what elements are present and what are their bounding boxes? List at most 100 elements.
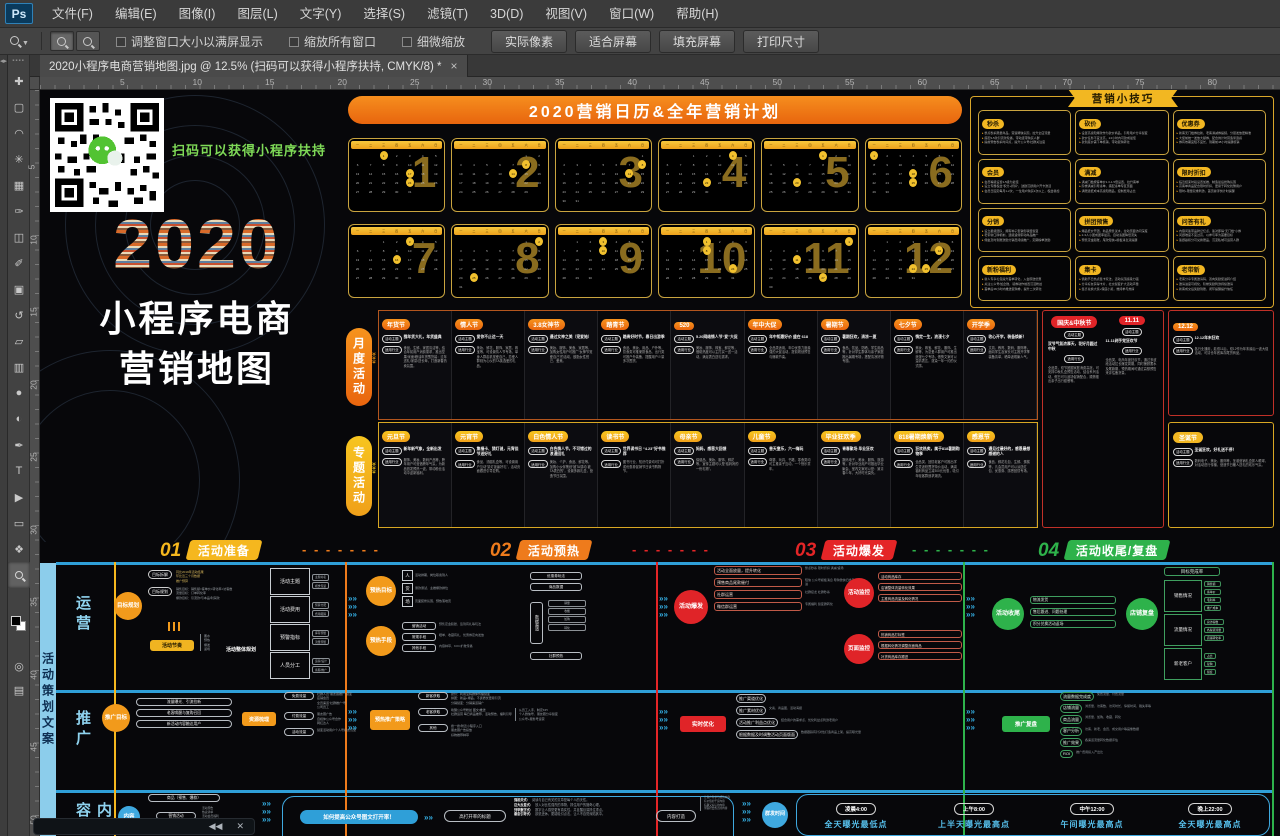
menu-item[interactable]: 图像(I)	[168, 0, 227, 28]
tool-button[interactable]: ✐	[8, 250, 30, 276]
content-build-node: 内容打造	[656, 810, 696, 822]
ruler-number: 20	[338, 77, 347, 87]
option-button[interactable]: 实际像素	[491, 30, 567, 53]
side-band: 活动策划文案	[40, 563, 56, 836]
means-rows: 营销活动预售定金膨胀、签到有礼等玩法常规手段晒单、收藏有礼、优惠券定向发放其他手…	[402, 622, 484, 655]
time-pill: 上午8:00	[954, 803, 994, 815]
checkbox-icon[interactable]	[289, 37, 299, 47]
zoom-in-button[interactable]	[50, 31, 74, 51]
option-checkbox[interactable]: 缩放所有窗口	[289, 33, 376, 50]
checkbox-icon[interactable]	[402, 37, 412, 47]
menu-item[interactable]: 帮助(H)	[665, 0, 729, 28]
ruler-number: 45	[29, 742, 39, 751]
zoom-out-button[interactable]	[76, 31, 100, 51]
review-header: 目标完成率	[1164, 567, 1220, 576]
activity-title: 踏青节	[601, 319, 629, 330]
tool-button[interactable]: ◫	[8, 224, 30, 250]
tip-card: 分销 设立星级团队，拥有种子型销售联盟裂变老带新口碑机制，逐级返佣带动商品推广佣…	[978, 208, 1071, 253]
monitor-rows: 活动商品库存店铺整体流量转化效果主推商品流量及转化情况	[878, 572, 962, 602]
foreground-color[interactable]	[11, 616, 21, 626]
promo-review-rows: 流量数据完成度免费流量、付费流量店铺流量浏览量、访客数、访问时长、停留时间、跳失…	[1060, 692, 1151, 760]
document-tab[interactable]: 2020小程序电商营销地图.jpg @ 12.5% (扫码可以获得小程序扶持, …	[40, 55, 468, 77]
toolbar-grip[interactable]: ▪▪▪▪	[8, 55, 29, 64]
promo-review-row: 商品流量浏览量、加购、收藏、转化	[1060, 715, 1151, 724]
collapse-chevrons-icon[interactable]: ◀◀	[209, 822, 223, 831]
ruler-number: 25	[29, 452, 39, 461]
tool-button[interactable]: ◠	[8, 120, 30, 146]
tool-button[interactable]: ↺	[8, 302, 30, 328]
tool-button[interactable]: ✚	[8, 68, 30, 94]
menu-item[interactable]: 窗口(W)	[598, 0, 665, 28]
checkbox-icon[interactable]	[116, 37, 126, 47]
tips-grid: 秒杀 整点秒杀限量商品，营造稀缺氛围，拉升全店流量搭配3-5款引流款轮播，带动连…	[978, 110, 1266, 301]
tip-bullet: 满赠选低成本高感知赠品，控制费用占比	[1079, 189, 1164, 194]
phase-dash-3: - - - - - - -	[912, 542, 990, 557]
option-checkbox[interactable]: 调整窗口大小以满屏显示	[116, 33, 263, 50]
industry-text: 美妆、服饰、珠宝、鲜花等，借助热度可以主打买一送一活动，满足表白送礼需求。	[696, 346, 741, 359]
burst-row: 预售商品尾款催付短信 公众号模板消息 导购微信归类及时跟进	[714, 578, 863, 587]
menu-item[interactable]: 文件(F)	[41, 0, 104, 28]
special-festival-column: 11.11 活动主题 11.11剁手党狂欢节 适用行业 全品类，电商年度狂欢节，…	[1106, 316, 1159, 522]
ruler-left	[30, 90, 40, 836]
activity-card: 818暑期焕新节 活动主题狂欢热卖，属于818暑期购物季 适用行业全品类，回馈老…	[891, 423, 964, 527]
tool-button[interactable]: ▦	[8, 172, 30, 198]
screen-mode-icon[interactable]: ▤	[8, 684, 30, 697]
burst-row: 微信群运营专属福利 裂变群转化	[714, 602, 863, 611]
menu-item[interactable]: 3D(D)	[479, 0, 534, 28]
zoom-tool-icon[interactable]: ▼	[10, 32, 29, 50]
tool-button[interactable]: ▱	[8, 328, 30, 354]
menu-item[interactable]: 滤镜(T)	[416, 0, 479, 28]
color-swatches[interactable]	[11, 616, 27, 632]
poster-year: 2020	[82, 204, 312, 284]
realtime-row: 推广渠道优化	[736, 694, 861, 703]
phase-1-badge: 活动准备	[186, 540, 263, 560]
close-icon[interactable]: ✕	[236, 822, 244, 831]
pgc-row: 货测款测试、主推爆款排位	[402, 583, 513, 594]
panel-expand-icon[interactable]: ◂▸	[0, 57, 7, 65]
tool-button[interactable]: ▢	[8, 94, 30, 120]
tool-button[interactable]: ●	[8, 380, 30, 406]
ruler-number: 75	[1135, 77, 1144, 87]
theme-label: 活动主题	[967, 335, 987, 343]
tool-button[interactable]: ✒	[8, 432, 30, 458]
festival-title: 11.11	[1119, 316, 1145, 325]
tool-button[interactable]: T	[8, 458, 30, 484]
option-button[interactable]: 填充屏幕	[659, 30, 735, 53]
tool-button[interactable]: ▥	[8, 354, 30, 380]
menu-item[interactable]: 选择(S)	[352, 0, 416, 28]
tool-button[interactable]: ✑	[8, 198, 30, 224]
notification-bar[interactable]: ◀◀ ✕	[33, 818, 255, 835]
tool-button[interactable]	[8, 562, 30, 588]
option-button[interactable]: 打印尺寸	[743, 30, 819, 53]
collapsed-panel-strip[interactable]	[0, 55, 8, 836]
menu-item[interactable]: 文字(Y)	[289, 0, 353, 28]
row-label-ops: 运营	[72, 595, 93, 635]
time-note: 午间曝光最高点	[1033, 819, 1151, 830]
promo-goals: 流量曝光、引流拉新老客唤醒与复购召回新活动内容触达用户	[136, 698, 232, 728]
quick-mask-icon[interactable]: ◎	[8, 660, 30, 673]
tool-button[interactable]: ❖	[8, 536, 30, 562]
tip-card: 新粉福利 新人专享礼包提升首单转化，入会即送优惠关注公众号/加企微，领券动作前置…	[978, 256, 1071, 301]
theme-label: 活动主题	[894, 447, 914, 455]
calendar-banner: 2020营销日历&全年营销计划	[348, 96, 962, 124]
tool-button[interactable]: ◐	[8, 406, 30, 432]
menu-item[interactable]: 编辑(E)	[104, 0, 168, 28]
ruler-number: 15	[265, 77, 274, 87]
theme-text: 狂欢热卖，属于818暑期购物季	[915, 447, 960, 457]
industry-text: 各行业通用，趁双11后，双12作为年末最后一波大促活动，可清仓年底库存尾货商品。	[1195, 347, 1269, 356]
tip-bullet: 预售定金膨胀，尾款短信+模板消息双提醒	[1079, 238, 1164, 243]
phase-dash-1: - - - - - - -	[302, 542, 380, 557]
card-1212: 12.12 活动主题12.12年末狂欢 适用行业各行业通用，趁双11后，双12作…	[1168, 310, 1274, 416]
menu-item[interactable]: 图层(L)	[226, 0, 288, 28]
activity-card: 暑期节 活动主题暑期狂欢，清凉一夏 适用行业食品、饮品、防晒、学生用品等，针对学…	[818, 311, 891, 419]
theme-text: 妈妈，感恩大回馈	[696, 447, 726, 452]
option-checkbox[interactable]: 细微缩放	[402, 33, 465, 50]
menu-item[interactable]: 视图(V)	[534, 0, 598, 28]
tool-button[interactable]: ▶	[8, 484, 30, 510]
tool-button[interactable]: ▣	[8, 276, 30, 302]
warm-group: 其他 搜一搜/附近小程序入口朋友圈广告投放好物推荐种草	[418, 724, 558, 737]
tool-button[interactable]: ▭	[8, 510, 30, 536]
tab-close-icon[interactable]: ×	[451, 59, 458, 73]
document-canvas[interactable]: 扫码可以获得小程序扶持 2020 小程序电商 营销地图 2020营销日历&全年营…	[40, 90, 1280, 836]
option-button[interactable]: 适合屏幕	[575, 30, 651, 53]
